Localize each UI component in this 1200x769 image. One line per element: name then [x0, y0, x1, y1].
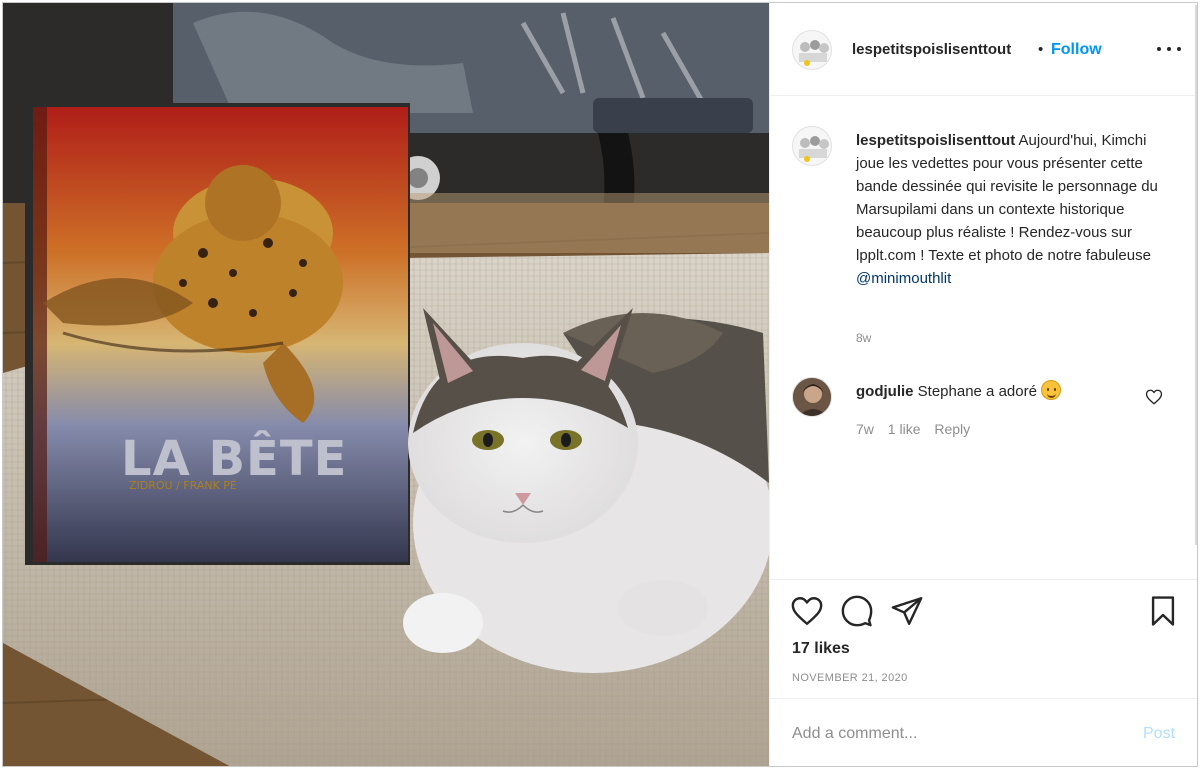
comment-like-count[interactable]: 1 like — [888, 421, 921, 437]
post-actions-section: 17 likes NOVEMBER 21, 2020 — [770, 579, 1197, 697]
post-photo[interactable]: LA BÊTE ZIDROU / FRANK PÉ — [3, 3, 769, 766]
post-like-count[interactable]: 17 likes — [792, 640, 850, 658]
avatar-logo-icon — [793, 127, 831, 165]
caption-author-avatar[interactable] — [792, 126, 832, 166]
avatar-photo-icon — [793, 378, 831, 416]
post-caption: lespetitspoislisenttout Aujourd'hui, Kim… — [856, 129, 1176, 290]
comment-timestamp[interactable]: 7w — [856, 421, 874, 437]
separator-dot: • — [1038, 41, 1044, 58]
comment-text: Stephane a adoré — [913, 383, 1042, 400]
post-header: lespetitspoislisenttout • Follow — [770, 3, 1197, 96]
post-details-panel: lespetitspoislisenttout • Follow lespeti… — [769, 3, 1197, 766]
author-username[interactable]: lespetitspoislisenttout — [852, 41, 1011, 58]
follow-button[interactable]: Follow — [1051, 41, 1102, 59]
heart-icon[interactable] — [790, 594, 824, 628]
paper-plane-icon[interactable] — [890, 594, 924, 628]
comment-like-heart-icon[interactable] — [1145, 388, 1163, 406]
commenter-avatar[interactable] — [792, 377, 832, 417]
add-comment-input[interactable] — [792, 721, 1122, 747]
smiling-face-emoji-icon — [1041, 380, 1062, 400]
caption-mention-link[interactable]: @minimouthlit — [856, 270, 951, 287]
comment-meta: 7w 1 like Reply — [856, 421, 980, 437]
post-comment-button[interactable]: Post — [1143, 725, 1175, 743]
photo-illustration: LA BÊTE ZIDROU / FRANK PÉ — [3, 3, 769, 766]
comment-item: godjulie Stephane a adoré — [856, 380, 1062, 403]
instagram-post-modal: LA BÊTE ZIDROU / FRANK PÉ lespetitspoisl… — [2, 2, 1198, 767]
caption-text: Aujourd'hui, Kimchi joue les vedettes po… — [856, 132, 1158, 264]
caption-timestamp[interactable]: 8w — [856, 331, 871, 345]
avatar-logo-icon — [793, 31, 831, 69]
scrollbar[interactable] — [1195, 5, 1197, 545]
post-date: NOVEMBER 21, 2020 — [792, 672, 908, 684]
comment-reply-button[interactable]: Reply — [934, 421, 970, 437]
author-avatar[interactable] — [792, 30, 832, 70]
caption-username[interactable]: lespetitspoislisenttout — [856, 132, 1015, 149]
more-options-icon[interactable] — [1154, 33, 1184, 63]
bookmark-icon[interactable] — [1146, 594, 1180, 628]
add-comment-bar: Post — [770, 698, 1197, 766]
comment-icon[interactable] — [840, 594, 874, 628]
comment-username[interactable]: godjulie — [856, 383, 914, 400]
